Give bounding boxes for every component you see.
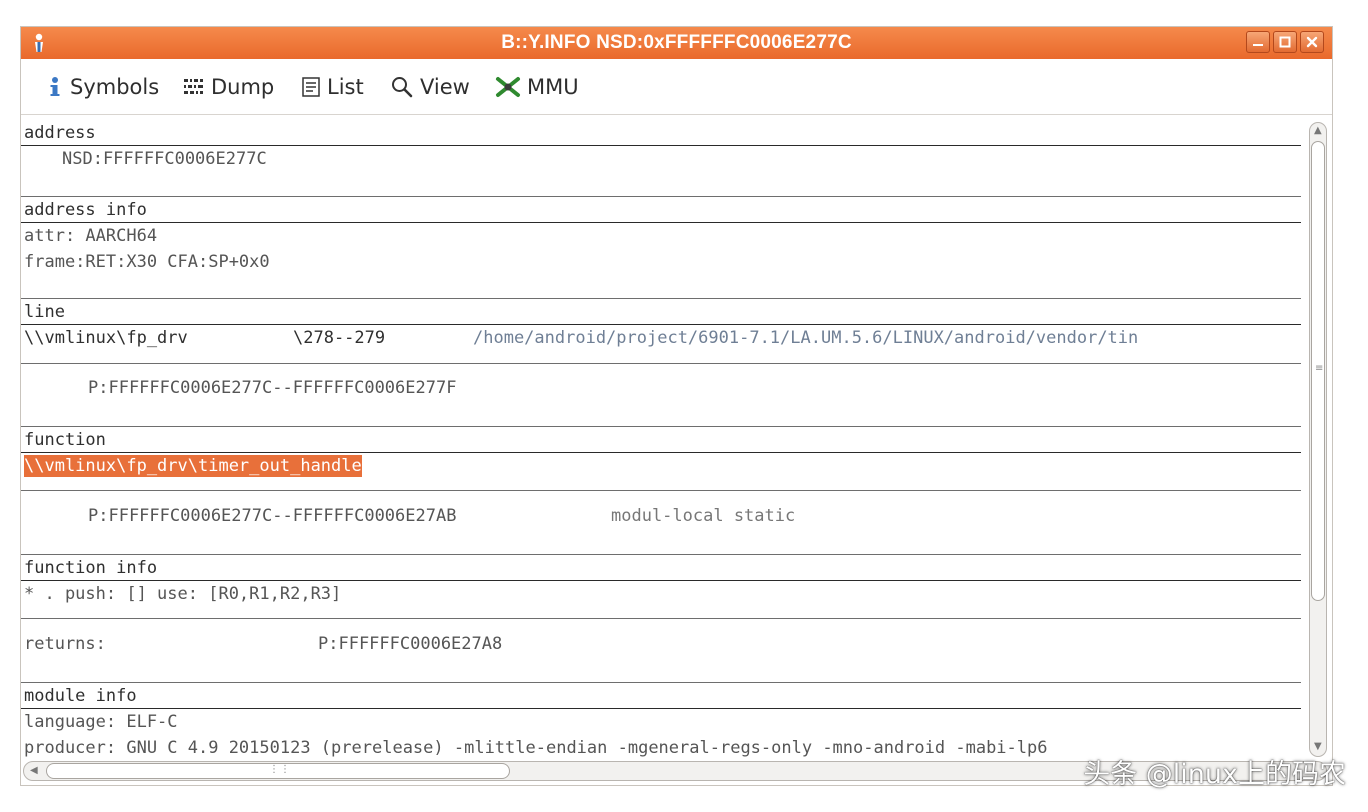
address-value: NSD:FFFFFFC0006E277C — [62, 149, 267, 169]
separator — [21, 452, 1301, 453]
line-numbers: \278--279 — [293, 328, 386, 348]
separator — [21, 426, 1301, 427]
section-header-address: address — [24, 123, 96, 143]
minimize-icon — [1253, 44, 1263, 46]
dump-button[interactable]: Dump — [183, 72, 274, 102]
scroll-left-icon[interactable]: ◀ — [30, 766, 38, 776]
title-bar[interactable]: B::Y.INFO NSD:0xFFFFFFC0006E277C — [21, 27, 1332, 59]
separator — [21, 324, 1301, 325]
mmu-button[interactable]: MMU — [495, 72, 579, 102]
separator — [21, 490, 1301, 491]
function-scope: modul-local static — [611, 506, 796, 526]
source-path[interactable]: /home/android/project/6901-7.1/LA.UM.5.6… — [473, 327, 1138, 349]
dump-icon — [184, 79, 203, 94]
dump-label: Dump — [211, 75, 275, 99]
window-title: B::Y.INFO NSD:0xFFFFFFC0006E277C — [501, 32, 852, 53]
mmu-label: MMU — [527, 75, 579, 99]
symbols-label: Symbols — [70, 75, 160, 99]
mmu-icon — [496, 77, 520, 97]
language-text: language: ELF-C — [24, 712, 178, 732]
section-header-line: line — [24, 302, 65, 322]
separator — [21, 682, 1301, 683]
scroll-up-icon[interactable]: ▲ — [1314, 126, 1322, 136]
list-button[interactable]: List — [301, 72, 364, 102]
returns-label: returns: — [24, 634, 106, 654]
scroll-down-icon[interactable]: ▼ — [1314, 742, 1322, 752]
info-content[interactable]: address NSD:FFFFFFC0006E277C address inf… — [21, 115, 1305, 759]
separator — [21, 298, 1301, 299]
section-header-address-info: address info — [24, 200, 147, 220]
list-icon — [302, 77, 320, 97]
line-symbol[interactable]: \\vmlinux\fp_drv — [24, 327, 188, 349]
section-header-function-info: function info — [24, 558, 158, 578]
returns-value: P:FFFFFFC0006E27A8 — [318, 634, 503, 654]
magnifier-icon — [392, 77, 413, 98]
separator — [21, 145, 1301, 146]
function-name-highlight[interactable]: \\vmlinux\fp_drv\timer_out_handle — [24, 455, 362, 477]
separator — [21, 618, 1301, 619]
grip-icon: ≡ — [1315, 363, 1325, 374]
separator — [21, 708, 1301, 709]
watermark-text: 头条 @linux上的码农 — [1083, 759, 1346, 790]
symbols-button[interactable]: Symbols — [46, 72, 159, 102]
separator — [21, 580, 1301, 581]
close-button[interactable] — [1300, 31, 1324, 53]
maximize-icon — [1279, 36, 1291, 48]
frame-text: frame:RET:X30 CFA:SP+0x0 — [24, 252, 270, 272]
push-use-text: * . push: [] use: [R0,R1,R2,R3] — [24, 584, 342, 604]
function-address-range: P:FFFFFFC0006E277C--FFFFFFC0006E27AB — [88, 506, 457, 526]
grip-icon: ⋮⋮ — [269, 764, 291, 775]
close-icon — [1306, 36, 1318, 48]
view-button[interactable]: View — [390, 72, 470, 102]
trace32-info-window: B::Y.INFO NSD:0xFFFFFFC0006E277C Symbols — [20, 26, 1333, 786]
separator — [21, 554, 1301, 555]
section-header-module-info: module info — [24, 686, 137, 706]
attr-text: attr: AARCH64 — [24, 226, 158, 246]
separator — [21, 363, 1301, 364]
section-header-function: function — [24, 430, 106, 450]
producer-text: producer: GNU C 4.9 20150123 (prerelease… — [24, 738, 1048, 758]
line-address-range: P:FFFFFFC0006E277C--FFFFFFC0006E277F — [88, 378, 457, 398]
separator — [21, 222, 1301, 223]
maximize-button[interactable] — [1273, 31, 1297, 53]
toolbar: Symbols Dump List View MMU — [21, 59, 1332, 115]
separator — [21, 196, 1301, 197]
list-label: List — [327, 75, 364, 99]
vertical-scrollbar[interactable]: ▲ ≡ ▼ — [1309, 122, 1327, 757]
info-person-icon — [50, 77, 60, 96]
minimize-button[interactable] — [1246, 31, 1270, 53]
view-label: View — [420, 75, 470, 99]
